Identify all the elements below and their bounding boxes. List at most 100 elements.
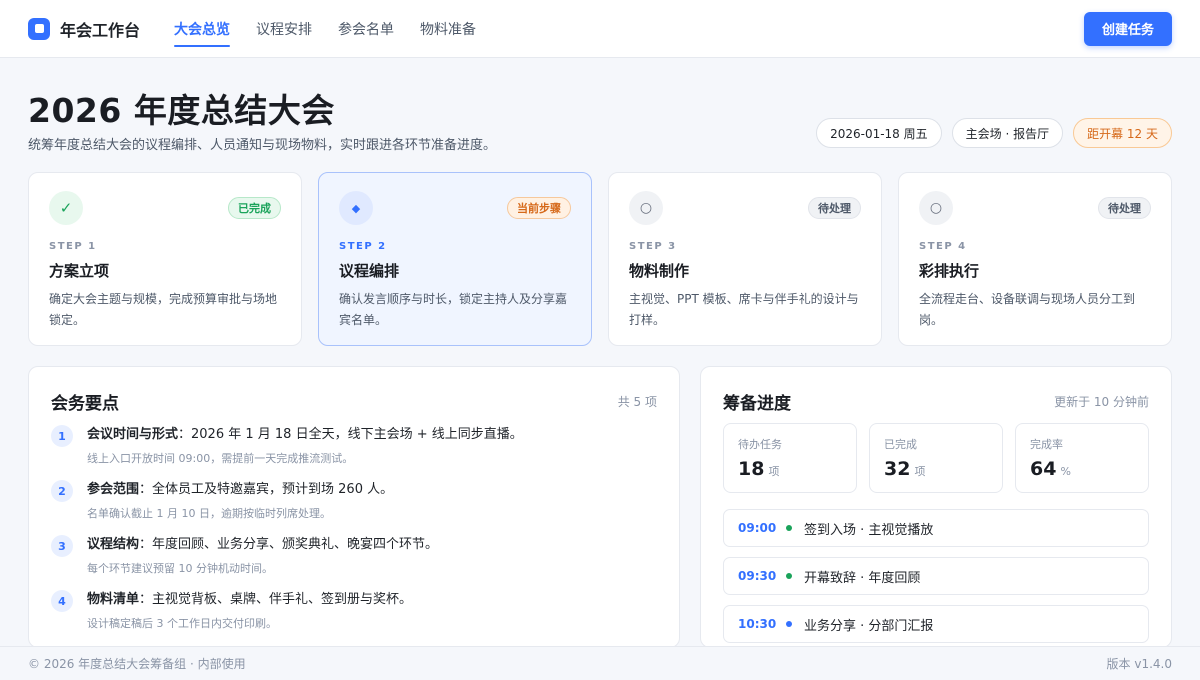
schedule-time: 10:30 [738,617,777,631]
stat-value: 18 [738,458,765,480]
check-icon: ✓ [49,191,83,225]
nav-tab-materials[interactable]: 物料准备 [420,0,476,58]
copyright-text: © 2026 年度总结大会筹备组 · 内部使用 [28,657,246,671]
schedule-list: 09:00 签到入场 · 主视觉播放 09:30 开幕致辞 · 年度回顾 10:… [723,509,1149,647]
nav-tab-overview[interactable]: 大会总览 [174,0,231,58]
list-item[interactable]: 3 议程结构：年度回顾、业务分享、颁奖典礼、晚宴四个环节。 每个环节建议预留 1… [51,535,657,590]
item-main: 参会范围：全体员工及特邀嘉宾，预计到场 260 人。 [87,480,393,500]
key-points-panel: 会务要点 共 5 项 1 会议时间与形式：2026 年 1 月 18 日全天，线… [28,366,680,648]
panel-header: 会务要点 共 5 项 [51,389,657,414]
schedule-row[interactable]: 10:30 业务分享 · 分部门汇报 [723,605,1149,643]
panel-title: 筹备进度 [723,394,791,414]
schedule-text: 签到入场 · 主视觉播放 [804,522,934,538]
meta-chips: 2026-01-18 周五 主会场 · 报告厅 距开幕 12 天 [816,118,1172,148]
item-text: ：全体员工及特邀嘉宾，预计到场 260 人。 [139,482,394,497]
venue-chip: 主会场 · 报告厅 [951,118,1064,148]
nav-tab-agenda[interactable]: 议程安排 [256,0,312,58]
step-number: STEP 2 [339,241,387,252]
status-badge: 待处理 [1098,197,1151,219]
item-note: 设计稿定稿后 3 个工作日内交付印刷。 [87,617,277,630]
stat-value-row: 18 项 [738,458,842,480]
footer: © 2026 年度总结大会筹备组 · 内部使用 版本 v1.4.0 [0,646,1200,680]
schedule-time: 09:00 [738,521,777,535]
circle-icon: ○ [629,191,663,225]
item-note: 线上入口开放时间 09:00，需提前一天完成推流测试。 [87,452,354,465]
brand-name: 年会工作台 [60,20,141,40]
item-number: 3 [51,535,73,557]
stat-unit: 项 [768,465,780,478]
item-main: 议程结构：年度回顾、业务分享、颁奖典礼、晚宴四个环节。 [87,535,438,555]
step-description: 确认发言顺序与时长，锁定主持人及分享嘉宾名单。 [339,292,568,327]
step-cards: ✓ 已完成 STEP 1 方案立项 确定大会主题与规模，完成预算审批与场地锁定。… [28,172,1172,346]
item-label: 议程结构 [87,537,140,552]
countdown-chip: 距开幕 12 天 [1073,118,1172,148]
item-note: 名单确认截止 1 月 10 日，逾期按临时列席处理。 [87,507,331,520]
step-card-4[interactable]: ○ 待处理 STEP 4 彩排执行 全流程走台、设备联调与现场人员分工到岗。 [898,172,1172,346]
date-chip: 2026-01-18 周五 [816,118,942,148]
step-description: 全流程走台、设备联调与现场人员分工到岗。 [919,292,1136,327]
step-title: 彩排执行 [919,262,980,280]
item-main: 物料清单：主视觉背板、桌牌、伴手礼、签到册与奖杯。 [87,590,412,610]
brand[interactable]: 年会工作台 [28,17,140,41]
schedule-text: 开幕致辞 · 年度回顾 [804,570,921,586]
stat-value-row: 64% [1030,458,1134,480]
item-note: 每个环节建议预留 10 分钟机动时间。 [87,562,273,575]
top-bar: 年会工作台 大会总览 议程安排 参会名单 物料准备 创建任务 [0,0,1200,58]
step-description: 主视觉、PPT 模板、席卡与伴手礼的设计与打样。 [629,292,859,327]
item-label: 参会范围 [87,482,140,497]
points-list: 1 会议时间与形式：2026 年 1 月 18 日全天，线下主会场 + 线上同步… [51,425,657,645]
stat-value-row: 32 项 [884,458,988,480]
create-task-button[interactable]: 创建任务 [1083,11,1172,46]
main-nav: 大会总览 议程安排 参会名单 物料准备 [174,0,476,58]
item-main: 会议时间与形式：2026 年 1 月 18 日全天，线下主会场 + 线上同步直播… [87,425,523,445]
step-title: 物料制作 [629,262,690,280]
stat-label: 待办任务 [738,438,782,451]
list-item[interactable]: 4 物料清单：主视觉背板、桌牌、伴手礼、签到册与奖杯。 设计稿定稿后 3 个工作… [51,590,657,645]
panel-header: 筹备进度 更新于 10 分钟前 [723,389,1149,414]
status-dot-icon [786,573,792,579]
progress-panel: 筹备进度 更新于 10 分钟前 待办任务 18 项 已完成 32 项 完成率 64%… [700,366,1172,648]
status-dot-icon [786,525,792,531]
list-item[interactable]: 2 参会范围：全体员工及特邀嘉宾，预计到场 260 人。 名单确认截止 1 月 … [51,480,657,535]
step-card-3[interactable]: ○ 待处理 STEP 3 物料制作 主视觉、PPT 模板、席卡与伴手礼的设计与打… [608,172,882,346]
item-label: 会议时间与形式 [87,427,179,442]
stat-rate: 完成率 64% [1015,423,1149,493]
step-description: 确定大会主题与规模，完成预算审批与场地锁定。 [49,292,278,327]
step-card-1[interactable]: ✓ 已完成 STEP 1 方案立项 确定大会主题与规模，完成预算审批与场地锁定。 [28,172,302,346]
item-number: 1 [51,425,73,447]
item-text: ：主视觉背板、桌牌、伴手礼、签到册与奖杯。 [139,592,413,607]
step-number: STEP 4 [919,241,967,252]
list-item[interactable]: 1 会议时间与形式：2026 年 1 月 18 日全天，线下主会场 + 线上同步… [51,425,657,480]
stat-value: 32 [884,458,911,480]
schedule-text: 业务分享 · 分部门汇报 [804,618,934,634]
status-badge: 待处理 [808,197,861,219]
step-title: 议程编排 [339,262,400,280]
schedule-row[interactable]: 09:30 开幕致辞 · 年度回顾 [723,557,1149,595]
step-number: STEP 1 [49,241,97,252]
page-description: 统筹年度总结大会的议程编排、人员通知与现场物料，实时跟进各环节准备进度。 [28,138,497,153]
updated-time: 更新于 10 分钟前 [1054,395,1149,409]
page-title: 2026 年度总结大会 [28,91,335,130]
item-label: 物料清单 [87,592,140,607]
status-dot-icon [786,621,792,627]
stat-label: 已完成 [884,438,917,451]
stat-pending: 待办任务 18 项 [723,423,857,493]
item-text: ：2026 年 1 月 18 日全天，线下主会场 + 线上同步直播。 [178,427,523,442]
stat-unit: 项 [914,465,926,478]
diamond-icon: ◆ [339,191,373,225]
schedule-row[interactable]: 09:00 签到入场 · 主视觉播放 [723,509,1149,547]
panel-title: 会务要点 [51,394,119,414]
item-number: 2 [51,480,73,502]
nav-tab-attendees[interactable]: 参会名单 [338,0,394,58]
version-text: 版本 v1.4.0 [1106,657,1172,671]
step-number: STEP 3 [629,241,677,252]
step-card-2[interactable]: ◆ 当前步骤 STEP 2 议程编排 确认发言顺序与时长，锁定主持人及分享嘉宾名… [318,172,592,346]
stat-unit: % [1060,465,1071,478]
status-badge: 当前步骤 [507,197,571,219]
stat-value: 64 [1030,458,1057,480]
stat-label: 完成率 [1030,438,1063,451]
step-title: 方案立项 [49,262,110,280]
schedule-time: 09:30 [738,569,777,583]
item-count: 共 5 项 [617,395,657,409]
status-badge: 已完成 [228,197,281,219]
